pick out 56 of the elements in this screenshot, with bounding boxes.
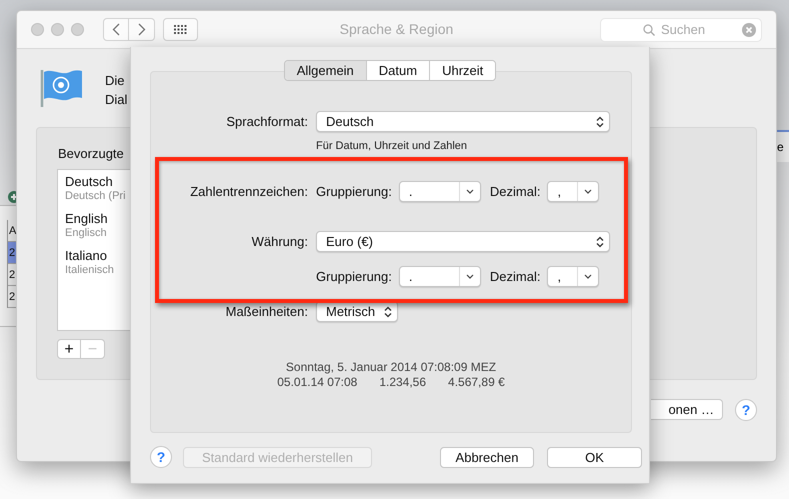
grid-icon — [174, 25, 187, 34]
field-label: Gruppierung: — [316, 184, 392, 199]
field-label: Gruppierung: — [316, 269, 392, 284]
language-subtitle: Italienisch — [65, 264, 115, 276]
field-label: Maßeinheiten: — [226, 304, 308, 319]
format-preview: 1.234,56 — [379, 375, 426, 390]
section-heading: Bevorzugte — [58, 146, 124, 161]
search-icon — [643, 24, 655, 36]
back-button[interactable] — [103, 18, 129, 41]
format-preview: 05.01.14 07:08 — [277, 375, 358, 390]
hint-text: Für Datum, Uhrzeit und Zahlen — [316, 140, 468, 152]
options-button[interactable]: onen … — [651, 399, 723, 420]
popup-button[interactable]: Metrisch — [316, 301, 398, 322]
show-all-button[interactable] — [163, 18, 198, 41]
ok-button[interactable]: OK — [547, 446, 642, 468]
chevron-updown-icon — [384, 306, 392, 318]
forward-button[interactable] — [129, 18, 155, 41]
language-name[interactable]: Deutsch — [65, 174, 113, 189]
column-header: e — [777, 140, 784, 154]
add-button[interactable]: + — [57, 339, 81, 359]
cancel-button[interactable]: Abbrechen — [440, 446, 534, 468]
window-title: Sprache & Region — [340, 20, 454, 36]
field-label: Dezimal: — [490, 269, 540, 284]
chevron-down-icon — [584, 274, 592, 279]
chevron-down-icon — [466, 189, 474, 194]
description-text: Die — [105, 72, 126, 90]
language-subtitle: Englisch — [65, 227, 108, 239]
language-name[interactable]: Italiano — [65, 248, 107, 263]
field-label: Währung: — [252, 234, 308, 249]
field-label: Sprachformat: — [226, 114, 308, 129]
description-text: Dial — [105, 91, 128, 109]
search-placeholder: Suchen — [661, 22, 706, 37]
language-subtitle: Deutsch (Pri — [65, 190, 127, 202]
language-name[interactable]: English — [65, 211, 108, 226]
help-button[interactable]: ? — [735, 399, 757, 421]
chevron-updown-icon — [596, 236, 604, 248]
date-preview: Sonntag, 5. Januar 2014 07:08:09 MEZ — [284, 360, 498, 375]
clear-icon — [742, 22, 756, 36]
popup-button[interactable]: . — [398, 266, 481, 287]
field-label: Dezimal: — [490, 184, 540, 199]
popup-button[interactable]: , — [547, 181, 600, 202]
field-label: Zahlentrennzeichen: — [190, 184, 308, 199]
tab[interactable]: Uhrzeit — [429, 61, 496, 80]
popup-button[interactable]: Euro (€) — [316, 231, 610, 252]
popup-button[interactable]: Deutsch — [316, 111, 610, 132]
help-button[interactable]: ? — [150, 446, 172, 468]
chevron-down-icon — [466, 274, 474, 279]
format-preview: 4.567,89 € — [448, 375, 505, 390]
popup-button[interactable]: . — [398, 181, 481, 202]
chevron-updown-icon — [596, 116, 604, 128]
chevron-right-icon — [138, 23, 146, 36]
tab[interactable]: Allgemein — [284, 61, 366, 80]
chevron-down-icon — [584, 189, 592, 194]
chevron-left-icon — [112, 23, 120, 36]
flag-icon — [40, 67, 84, 107]
popup-button[interactable]: , — [547, 266, 600, 287]
